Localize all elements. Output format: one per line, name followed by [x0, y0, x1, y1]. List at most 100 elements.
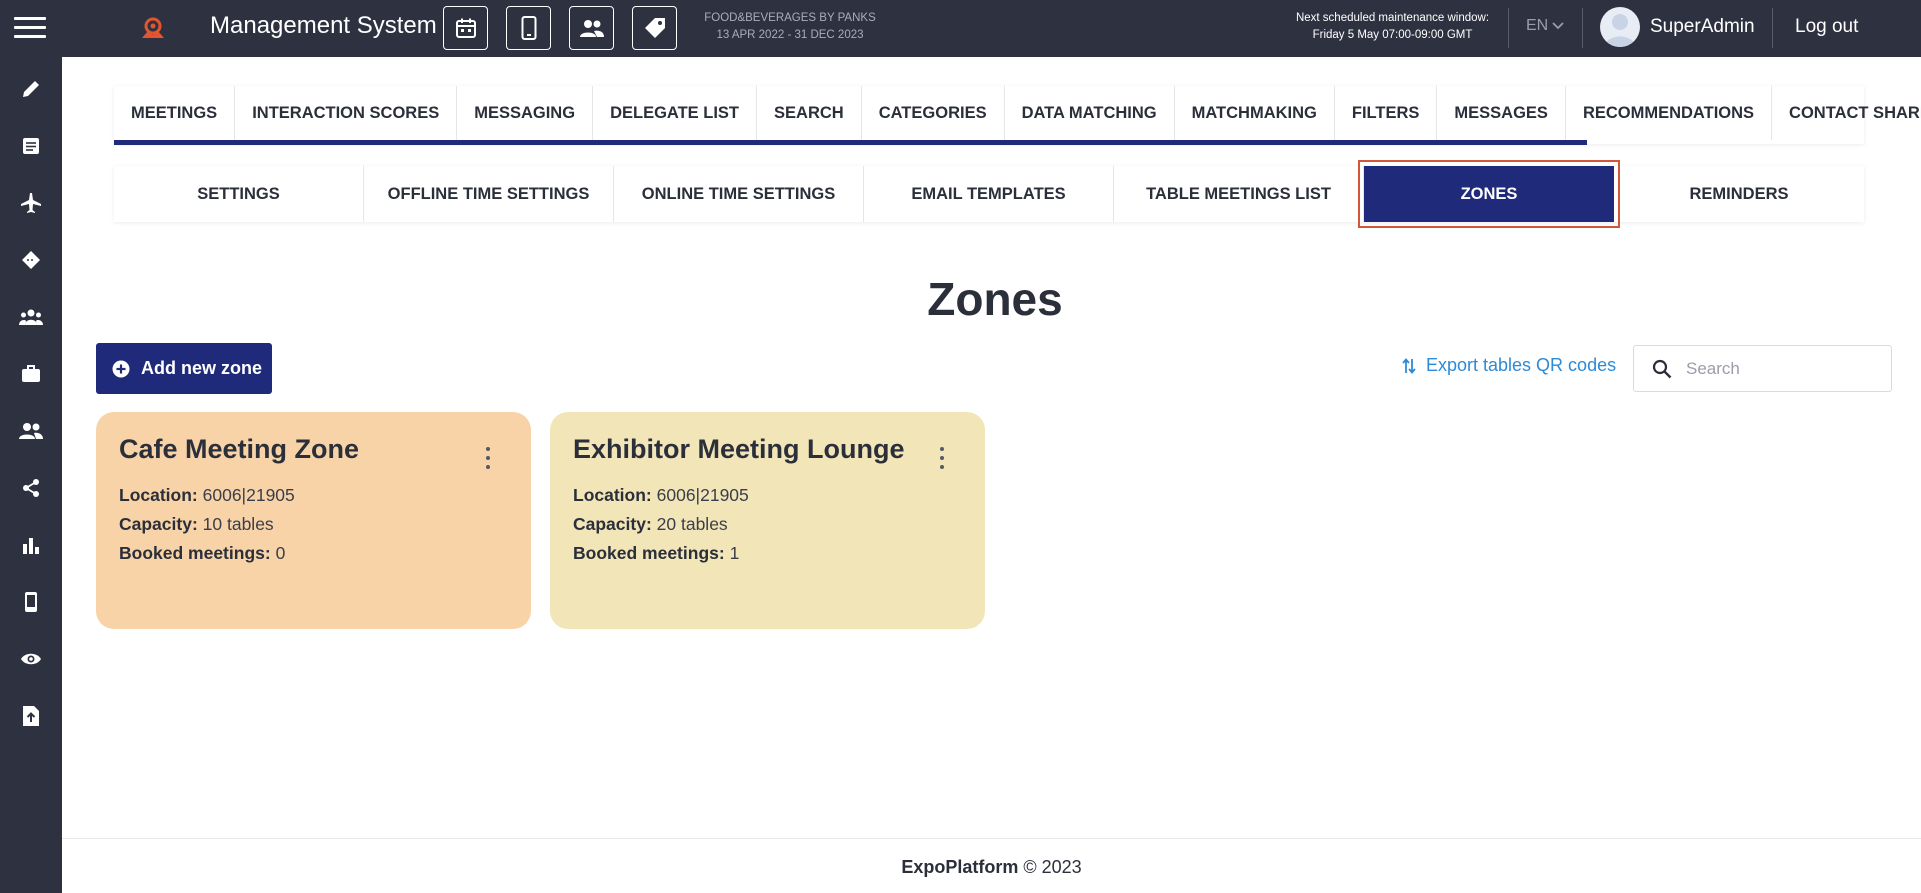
location-value: 6006|21905 [202, 485, 295, 505]
sidebar-item-exhibitors[interactable] [19, 362, 43, 386]
pencil-icon [23, 81, 39, 97]
maintenance-time: Friday 5 May 07:00-09:00 GMT [1312, 29, 1473, 41]
zone-location: Location: 6006|21905 [573, 481, 962, 510]
tab-messaging[interactable]: MESSAGING [457, 86, 594, 140]
capacity-label: Capacity: [573, 514, 652, 534]
top-bar: Management System FOOD&BEVERAGES BY PANK… [0, 0, 1921, 57]
subtab-table-meetings-list[interactable]: TABLE MEETINGS LIST [1114, 166, 1364, 222]
username[interactable]: SuperAdmin [1650, 16, 1755, 38]
tab-contact-sharing[interactable]: CONTACT SHARING [1772, 86, 1921, 140]
subtab-offline-time-settings[interactable]: OFFLINE TIME SETTINGS [364, 166, 614, 222]
briefcase-icon [22, 365, 40, 382]
event-dates: 13 APR 2022 - 31 DEC 2023 [716, 29, 864, 41]
chevron-down-icon [1552, 22, 1564, 30]
footer-brand[interactable]: ExpoPlatform [901, 857, 1018, 877]
tab-matchmaking[interactable]: MATCHMAKING [1175, 86, 1335, 140]
sidebar-item-list[interactable] [19, 134, 43, 158]
menu-icon[interactable] [14, 17, 46, 41]
mobile-button[interactable] [506, 6, 551, 50]
mobile-icon [25, 592, 37, 612]
avatar[interactable] [1600, 7, 1640, 47]
export-qr-codes-label: Export tables QR codes [1426, 355, 1617, 375]
tab-interaction-scores[interactable]: INTERACTION SCORES [235, 86, 458, 140]
subtab-zones[interactable]: ZONES [1358, 160, 1620, 228]
plus-circle-icon [112, 360, 130, 377]
subtab-online-time-settings[interactable]: ONLINE TIME SETTINGS [614, 166, 864, 222]
zone-card[interactable]: Exhibitor Meeting Lounge Location: 6006|… [550, 412, 985, 629]
zone-card[interactable]: Cafe Meeting Zone Location: 6006|21905 C… [96, 412, 531, 629]
more-options-icon[interactable] [937, 447, 947, 469]
tab-data-matching[interactable]: DATA MATCHING [1005, 86, 1175, 140]
tab-filters[interactable]: FILTERS [1335, 86, 1438, 140]
tab-recommendations[interactable]: RECOMMENDATIONS [1566, 86, 1773, 140]
add-zone-label: Add new zone [141, 358, 262, 378]
search-icon [1652, 359, 1672, 378]
calendar-button[interactable] [443, 6, 488, 50]
divider [1772, 8, 1773, 48]
sort-arrows-icon [1402, 357, 1416, 374]
event-info: FOOD&BEVERAGES BY PANKS 13 APR 2022 - 31… [690, 10, 890, 44]
more-options-icon[interactable] [483, 447, 493, 469]
subtab-email-templates[interactable]: EMAIL TEMPLATES [864, 166, 1114, 222]
people-icon [579, 20, 604, 37]
maintenance-label: Next scheduled maintenance window: [1295, 12, 1490, 24]
sidebar-item-preview[interactable] [19, 647, 43, 671]
sidebar-item-mobile[interactable] [19, 590, 43, 614]
language-selector[interactable]: EN [1526, 17, 1564, 35]
location-value: 6006|21905 [656, 485, 749, 505]
export-qr-codes-link[interactable]: Export tables QR codes [1402, 355, 1616, 376]
location-label: Location: [119, 485, 198, 505]
zone-name: Exhibitor Meeting Lounge [573, 434, 905, 464]
subtab-settings[interactable]: SETTINGS [114, 166, 364, 222]
capacity-label: Capacity: [119, 514, 198, 534]
logout-button[interactable]: Log out [1795, 16, 1858, 38]
users-icon [19, 423, 43, 439]
bar-chart-icon [23, 538, 39, 554]
sub-tabs: SETTINGS OFFLINE TIME SETTINGS ONLINE TI… [114, 160, 1864, 228]
tab-categories[interactable]: CATEGORIES [862, 86, 1005, 140]
search-input[interactable] [1686, 358, 1876, 379]
ticket-icon [22, 251, 40, 269]
maintenance-notice: Next scheduled maintenance window: Frida… [1280, 10, 1505, 44]
list-icon [23, 138, 39, 154]
main-tabs: MEETINGS INTERACTION SCORES MESSAGING DE… [114, 86, 1921, 145]
subtab-reminders[interactable]: REMINDERS [1614, 166, 1864, 222]
add-zone-button[interactable]: Add new zone [96, 343, 272, 394]
sidebar-item-tickets[interactable] [19, 248, 43, 272]
booked-value: 0 [275, 543, 286, 563]
sidebar-item-travel[interactable] [19, 191, 43, 215]
tab-search[interactable]: SEARCH [757, 86, 862, 140]
page-title: Zones [927, 273, 1063, 325]
sidebar-item-share[interactable] [19, 476, 43, 500]
sidebar-item-users[interactable] [19, 419, 43, 443]
event-name: FOOD&BEVERAGES BY PANKS [704, 12, 876, 24]
sidebar-item-upload[interactable] [19, 704, 43, 728]
tab-delegate-list[interactable]: DELEGATE LIST [593, 86, 758, 140]
tag-icon [644, 18, 665, 38]
mobile-icon [521, 16, 536, 40]
divider [1508, 8, 1509, 48]
tab-messages[interactable]: MESSAGES [1437, 86, 1566, 140]
zone-name: Cafe Meeting Zone [119, 434, 360, 464]
zone-capacity: Capacity: 10 tables [119, 510, 508, 539]
location-label: Location: [573, 485, 652, 505]
zone-booked-meetings: Booked meetings: 0 [119, 539, 508, 568]
search-field[interactable] [1633, 345, 1892, 392]
calendar-icon [455, 18, 476, 38]
divider [1582, 8, 1583, 48]
booked-label: Booked meetings: [573, 543, 725, 563]
tab-meetings[interactable]: MEETINGS [114, 86, 236, 140]
sidebar-item-edit[interactable] [19, 77, 43, 101]
zone-capacity: Capacity: 20 tables [573, 510, 962, 539]
sidebar-item-reports[interactable] [19, 533, 43, 557]
plane-icon [21, 193, 41, 213]
sidebar [0, 57, 62, 893]
booked-value: 1 [729, 543, 740, 563]
people-button[interactable] [569, 6, 614, 50]
logo-icon [138, 14, 168, 42]
zone-booked-meetings: Booked meetings: 1 [573, 539, 962, 568]
file-upload-icon [23, 706, 39, 726]
footer-copyright: © 2023 [1023, 857, 1082, 877]
share-icon [23, 479, 39, 497]
tag-button[interactable] [632, 6, 677, 50]
